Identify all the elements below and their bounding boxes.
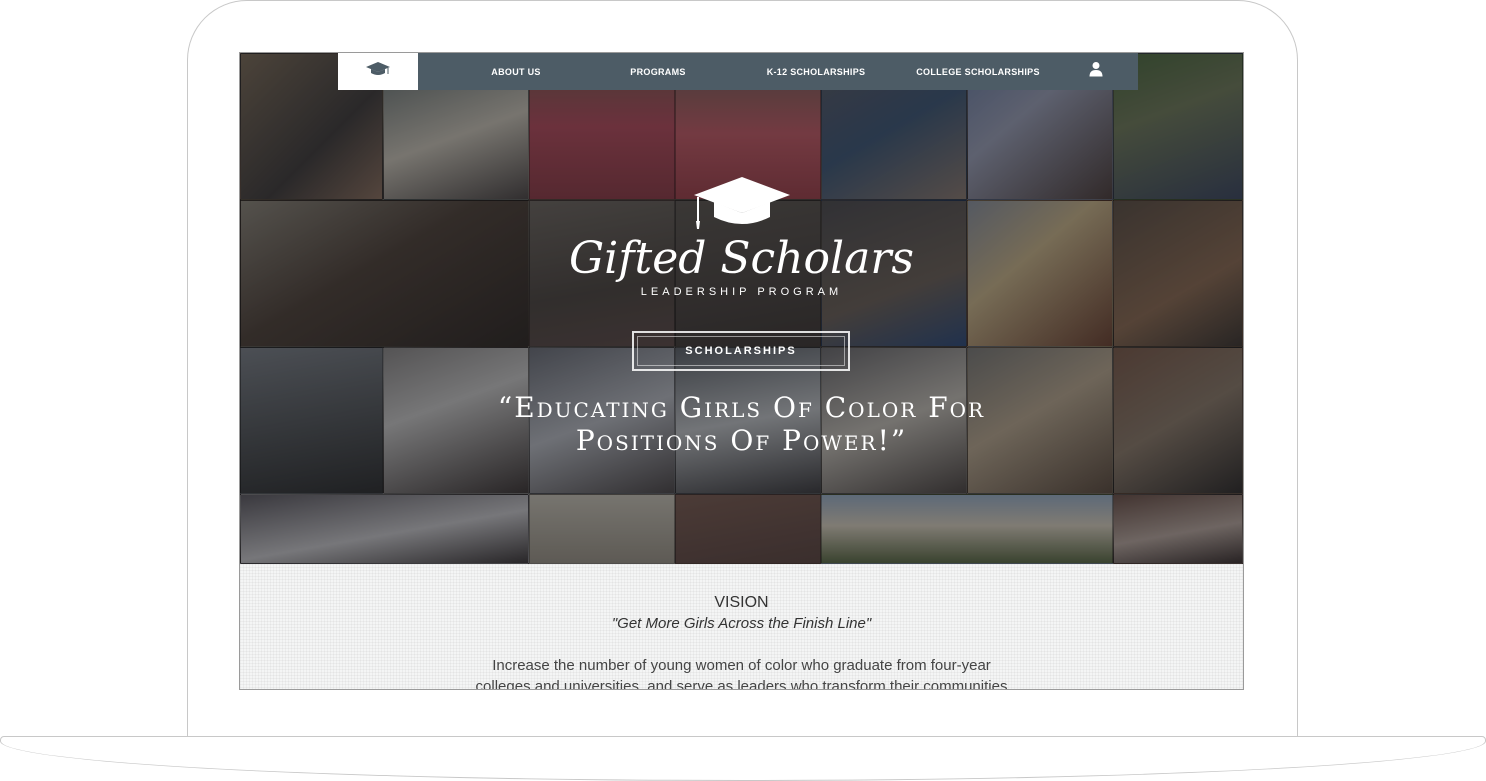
laptop-base	[0, 736, 1486, 781]
vision-title: VISION	[714, 594, 769, 611]
user-icon	[1089, 61, 1103, 82]
vision-quote: "Get More Girls Across the Finish Line"	[611, 615, 872, 632]
top-navigation: ABOUT US PROGRAMS K-12 SCHOLARSHIPS COLL…	[338, 53, 1138, 90]
nav-k12-scholarships[interactable]: K-12 SCHOLARSHIPS	[756, 67, 876, 77]
vision-body-line-2: colleges and universities, and serve as …	[475, 678, 1008, 690]
hero-dark-overlay	[240, 53, 1243, 564]
nav-user-button[interactable]	[1086, 53, 1106, 90]
vision-section: VISION "Get More Girls Across the Finish…	[240, 564, 1243, 690]
logo-title: Gifted Scholars	[569, 233, 914, 284]
tagline-line-1: “Educating Girls Of Color For	[497, 391, 986, 424]
nav-college-scholarships[interactable]: COLLEGE SCHOLARSHIPS	[908, 67, 1048, 77]
graduation-cap-icon	[365, 61, 391, 82]
scholarships-button[interactable]: SCHOLARSHIPS	[632, 331, 850, 371]
vision-body: Increase the number of young women of co…	[440, 655, 1043, 690]
hero-section: ABOUT US PROGRAMS K-12 SCHOLARSHIPS COLL…	[240, 53, 1243, 564]
browser-screen: ABOUT US PROGRAMS K-12 SCHOLARSHIPS COLL…	[239, 52, 1244, 690]
nav-programs[interactable]: PROGRAMS	[598, 67, 718, 77]
scholarships-button-label: SCHOLARSHIPS	[685, 345, 797, 357]
hero-tagline: “Educating Girls Of Color For Positions …	[390, 391, 1093, 457]
vision-body-line-1: Increase the number of young women of co…	[492, 657, 991, 674]
nav-about-us[interactable]: ABOUT US	[456, 67, 576, 77]
logo-cap-icon	[692, 175, 792, 236]
logo-subtitle: LEADERSHIP PROGRAM	[640, 286, 843, 298]
tagline-line-2: Positions Of Power!”	[575, 424, 908, 457]
nav-home-button[interactable]	[338, 53, 418, 90]
